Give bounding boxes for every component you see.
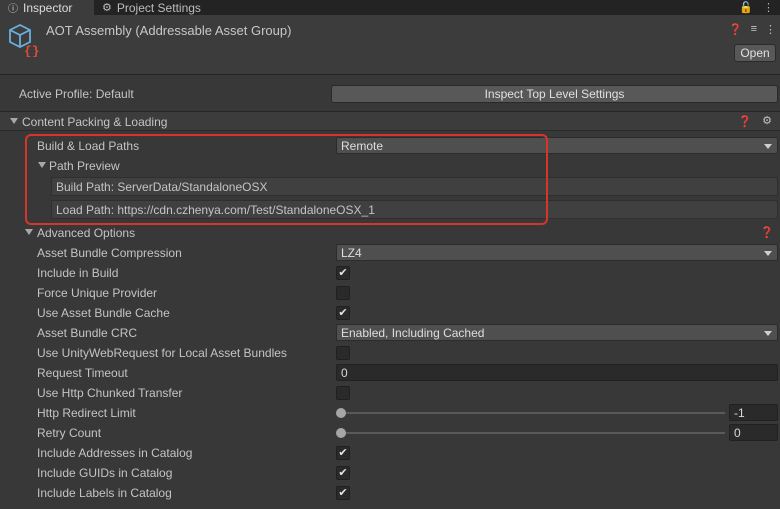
tab-inspector[interactable]: ⓘ Inspector <box>0 0 94 15</box>
asset-bundle-compression-row: Asset Bundle Compression LZ4 <box>0 243 780 263</box>
include-guids-row: Include GUIDs in Catalog ✔ <box>0 463 780 483</box>
retry-count-input[interactable]: 0 <box>729 424 778 441</box>
include-in-build-label: Include in Build <box>37 266 119 280</box>
include-addresses-row: Include Addresses in Catalog ✔ <box>0 443 780 463</box>
http-redirect-limit-input[interactable]: -1 <box>729 404 778 421</box>
include-addresses-checkbox[interactable]: ✔ <box>336 446 350 460</box>
include-guids-label: Include GUIDs in Catalog <box>37 466 173 480</box>
open-button[interactable]: Open <box>734 44 776 62</box>
include-in-build-row: Include in Build ✔ <box>0 263 780 283</box>
content-packing-title: Content Packing & Loading <box>22 115 168 129</box>
include-in-build-checkbox[interactable]: ✔ <box>336 266 350 280</box>
include-labels-checkbox[interactable]: ✔ <box>336 486 350 500</box>
gear-icon: ⚙ <box>102 2 112 14</box>
help-icon[interactable]: ❓ <box>738 115 752 128</box>
asset-bundle-compression-dropdown[interactable]: LZ4 <box>336 244 778 261</box>
asset-title: AOT Assembly (Addressable Asset Group) <box>46 23 292 38</box>
http-chunked-transfer-label: Use Http Chunked Transfer <box>37 386 183 400</box>
retry-count-row: Retry Count 0 <box>0 423 780 443</box>
asset-bundle-crc-label: Asset Bundle CRC <box>37 326 138 340</box>
info-icon: ⓘ <box>8 4 18 15</box>
advanced-options-title: Advanced Options <box>37 226 136 240</box>
tab-project-settings[interactable]: ⚙ Project Settings <box>94 0 209 15</box>
build-load-paths-label: Build & Load Paths <box>37 139 140 153</box>
asset-bundle-compression-label: Asset Bundle Compression <box>37 246 182 260</box>
build-load-paths-row: Build & Load Paths Remote <box>0 136 780 156</box>
help-icon[interactable]: ❓ <box>729 23 743 36</box>
http-redirect-limit-label: Http Redirect Limit <box>37 406 136 420</box>
chevron-down-icon <box>764 251 772 256</box>
svg-text:{}: {} <box>24 44 40 57</box>
tab-project-settings-label: Project Settings <box>116 0 201 15</box>
include-labels-label: Include Labels in Catalog <box>37 486 172 500</box>
build-load-paths-dropdown[interactable]: Remote <box>336 137 778 154</box>
advanced-options-row[interactable]: Advanced Options ❓ <box>0 223 780 243</box>
gear-icon[interactable]: ⚙ <box>762 114 772 127</box>
path-preview-title: Path Preview <box>49 159 120 173</box>
include-addresses-label: Include Addresses in Catalog <box>37 446 193 460</box>
use-asset-bundle-cache-checkbox[interactable]: ✔ <box>336 306 350 320</box>
header-icons: ❓ ≡ ⋮ <box>729 23 776 36</box>
use-unitywebrequest-label: Use UnityWebRequest for Local Asset Bund… <box>37 346 287 360</box>
include-guids-checkbox[interactable]: ✔ <box>336 466 350 480</box>
tab-bar-icons: 🔓 ⋮ <box>739 0 774 15</box>
asset-bundle-crc-value: Enabled, Including Cached <box>341 325 485 340</box>
lock-icon[interactable]: 🔓 <box>739 1 753 14</box>
force-unique-provider-checkbox[interactable] <box>336 286 350 300</box>
more-icon[interactable]: ⋮ <box>765 23 776 36</box>
include-labels-row: Include Labels in Catalog ✔ <box>0 483 780 503</box>
http-redirect-limit-slider-handle[interactable] <box>336 408 346 418</box>
use-unitywebrequest-row: Use UnityWebRequest for Local Asset Bund… <box>0 343 780 363</box>
asset-bundle-compression-value: LZ4 <box>341 245 362 260</box>
use-asset-bundle-cache-label: Use Asset Bundle Cache <box>37 306 170 320</box>
chevron-down-icon <box>764 331 772 336</box>
build-load-paths-value: Remote <box>341 138 384 153</box>
inspect-top-level-settings-button[interactable]: Inspect Top Level Settings <box>331 85 778 103</box>
http-chunked-transfer-checkbox[interactable] <box>336 386 350 400</box>
more-options-icon[interactable]: ⋮ <box>763 1 774 14</box>
foldout-arrow-icon[interactable] <box>10 118 18 124</box>
asset-bundle-crc-dropdown[interactable]: Enabled, Including Cached <box>336 324 778 341</box>
request-timeout-input[interactable]: 0 <box>336 364 778 381</box>
http-redirect-limit-row: Http Redirect Limit -1 <box>0 403 780 423</box>
presets-icon[interactable]: ≡ <box>751 23 757 36</box>
use-asset-bundle-cache-row: Use Asset Bundle Cache ✔ <box>0 303 780 323</box>
foldout-arrow-icon[interactable] <box>25 229 33 235</box>
help-icon[interactable]: ❓ <box>760 226 774 239</box>
load-path-field[interactable]: Load Path: https://cdn.czhenya.com/Test/… <box>51 200 778 219</box>
http-redirect-limit-slider-track[interactable] <box>341 412 725 414</box>
foldout-arrow-icon[interactable] <box>38 162 46 168</box>
build-path-field[interactable]: Build Path: ServerData/StandaloneOSX <box>51 177 778 196</box>
asset-bundle-crc-row: Asset Bundle CRC Enabled, Including Cach… <box>0 323 780 343</box>
request-timeout-label: Request Timeout <box>37 366 128 380</box>
http-chunked-transfer-row: Use Http Chunked Transfer <box>0 383 780 403</box>
retry-count-slider-handle[interactable] <box>336 428 346 438</box>
tab-inspector-label: Inspector <box>23 0 73 15</box>
use-unitywebrequest-checkbox[interactable] <box>336 346 350 360</box>
retry-count-slider-track[interactable] <box>341 432 725 434</box>
force-unique-provider-row: Force Unique Provider <box>0 283 780 303</box>
path-preview-row[interactable]: Path Preview <box>0 156 780 176</box>
addressable-group-icon: {} <box>9 23 40 57</box>
force-unique-provider-label: Force Unique Provider <box>37 286 158 300</box>
request-timeout-row: Request Timeout 0 <box>0 363 780 383</box>
tab-bar: ⓘ Inspector ⚙ Project Settings 🔓 ⋮ <box>0 0 780 15</box>
inspector-header: {} AOT Assembly (Addressable Asset Group… <box>0 15 780 75</box>
active-profile-row: Active Profile: Default Inspect Top Leve… <box>0 84 780 104</box>
active-profile-label: Active Profile: Default <box>19 87 134 101</box>
content-packing-section-header[interactable]: Content Packing & Loading ❓ ⚙ <box>0 111 780 131</box>
retry-count-label: Retry Count <box>37 426 102 440</box>
chevron-down-icon <box>764 144 772 149</box>
